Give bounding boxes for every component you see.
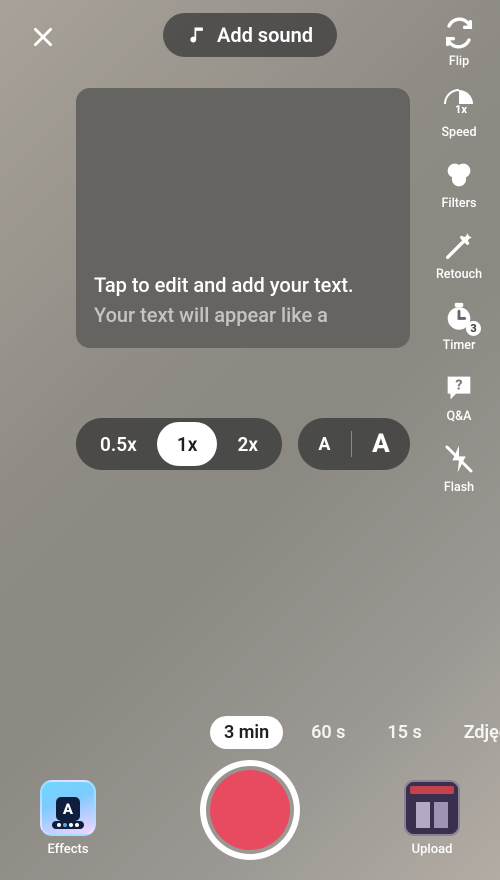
speed-option-2x[interactable]: 2x — [234, 433, 262, 456]
filters-icon — [442, 158, 476, 192]
record-icon — [210, 770, 290, 850]
duration-photo[interactable]: Zdjęc — [450, 716, 500, 749]
font-size-small[interactable]: A — [318, 434, 330, 455]
duration-selector: 3 min 60 s 15 s Zdjęc — [0, 712, 500, 752]
effects-icon-letter: A — [56, 797, 80, 821]
speed-option-0-5x[interactable]: 0.5x — [96, 433, 141, 456]
add-sound-label: Add sound — [217, 23, 313, 47]
close-button[interactable] — [28, 22, 58, 52]
teleprompter-font-size-selector: A A — [298, 418, 410, 470]
svg-text:1x: 1x — [455, 103, 467, 116]
divider — [351, 431, 352, 457]
tool-flash-label: Flash — [444, 480, 474, 495]
tool-retouch[interactable]: Retouch — [436, 229, 482, 282]
upload-label: Upload — [412, 842, 453, 857]
teleprompter-line-1: Tap to edit and add your text. — [94, 270, 392, 300]
close-icon — [30, 24, 56, 50]
record-button[interactable] — [200, 760, 300, 860]
teleprompter-card[interactable]: Tap to edit and add your text. Your text… — [76, 88, 410, 348]
svg-text:?: ? — [455, 377, 462, 393]
duration-60s[interactable]: 60 s — [297, 716, 359, 749]
upload-thumbnail — [404, 780, 460, 836]
music-note-icon — [187, 25, 207, 45]
tool-flip-label: Flip — [449, 54, 469, 69]
tool-speed[interactable]: 1x Speed — [439, 87, 479, 140]
teleprompter-line-2: Your text will appear like a — [94, 300, 392, 330]
speed-icon: 1x — [441, 86, 477, 122]
qa-icon: ? — [442, 371, 476, 405]
tool-flip[interactable]: Flip — [439, 16, 479, 69]
tool-retouch-label: Retouch — [436, 267, 482, 282]
timer-badge: 3 — [466, 321, 481, 336]
tool-timer-label: Timer — [443, 338, 476, 353]
tool-qa-label: Q&A — [447, 409, 472, 424]
tool-filters-label: Filters — [442, 196, 477, 211]
effects-label: Effects — [47, 842, 88, 857]
tool-filters[interactable]: Filters — [439, 158, 479, 211]
effects-icon: A — [40, 780, 96, 836]
flash-off-icon — [443, 443, 475, 475]
font-size-large[interactable]: A — [372, 429, 390, 459]
retouch-icon — [442, 229, 476, 263]
tools-sidebar: Flip 1x Speed Filters Retouch 3 Timer — [424, 16, 494, 495]
tool-timer[interactable]: 3 Timer — [439, 300, 479, 353]
tool-qa[interactable]: ? Q&A — [439, 371, 479, 424]
flip-icon — [442, 16, 476, 50]
duration-3min[interactable]: 3 min — [210, 716, 283, 749]
upload-button[interactable]: Upload — [404, 780, 460, 857]
tool-speed-label: Speed — [441, 125, 476, 140]
effects-button[interactable]: A Effects — [40, 780, 96, 857]
teleprompter-speed-selector: 0.5x 1x 2x — [76, 418, 282, 470]
tool-flash[interactable]: Flash — [439, 442, 479, 495]
add-sound-button[interactable]: Add sound — [163, 13, 337, 57]
duration-15s[interactable]: 15 s — [373, 716, 435, 749]
speed-option-1x[interactable]: 1x — [157, 422, 217, 466]
